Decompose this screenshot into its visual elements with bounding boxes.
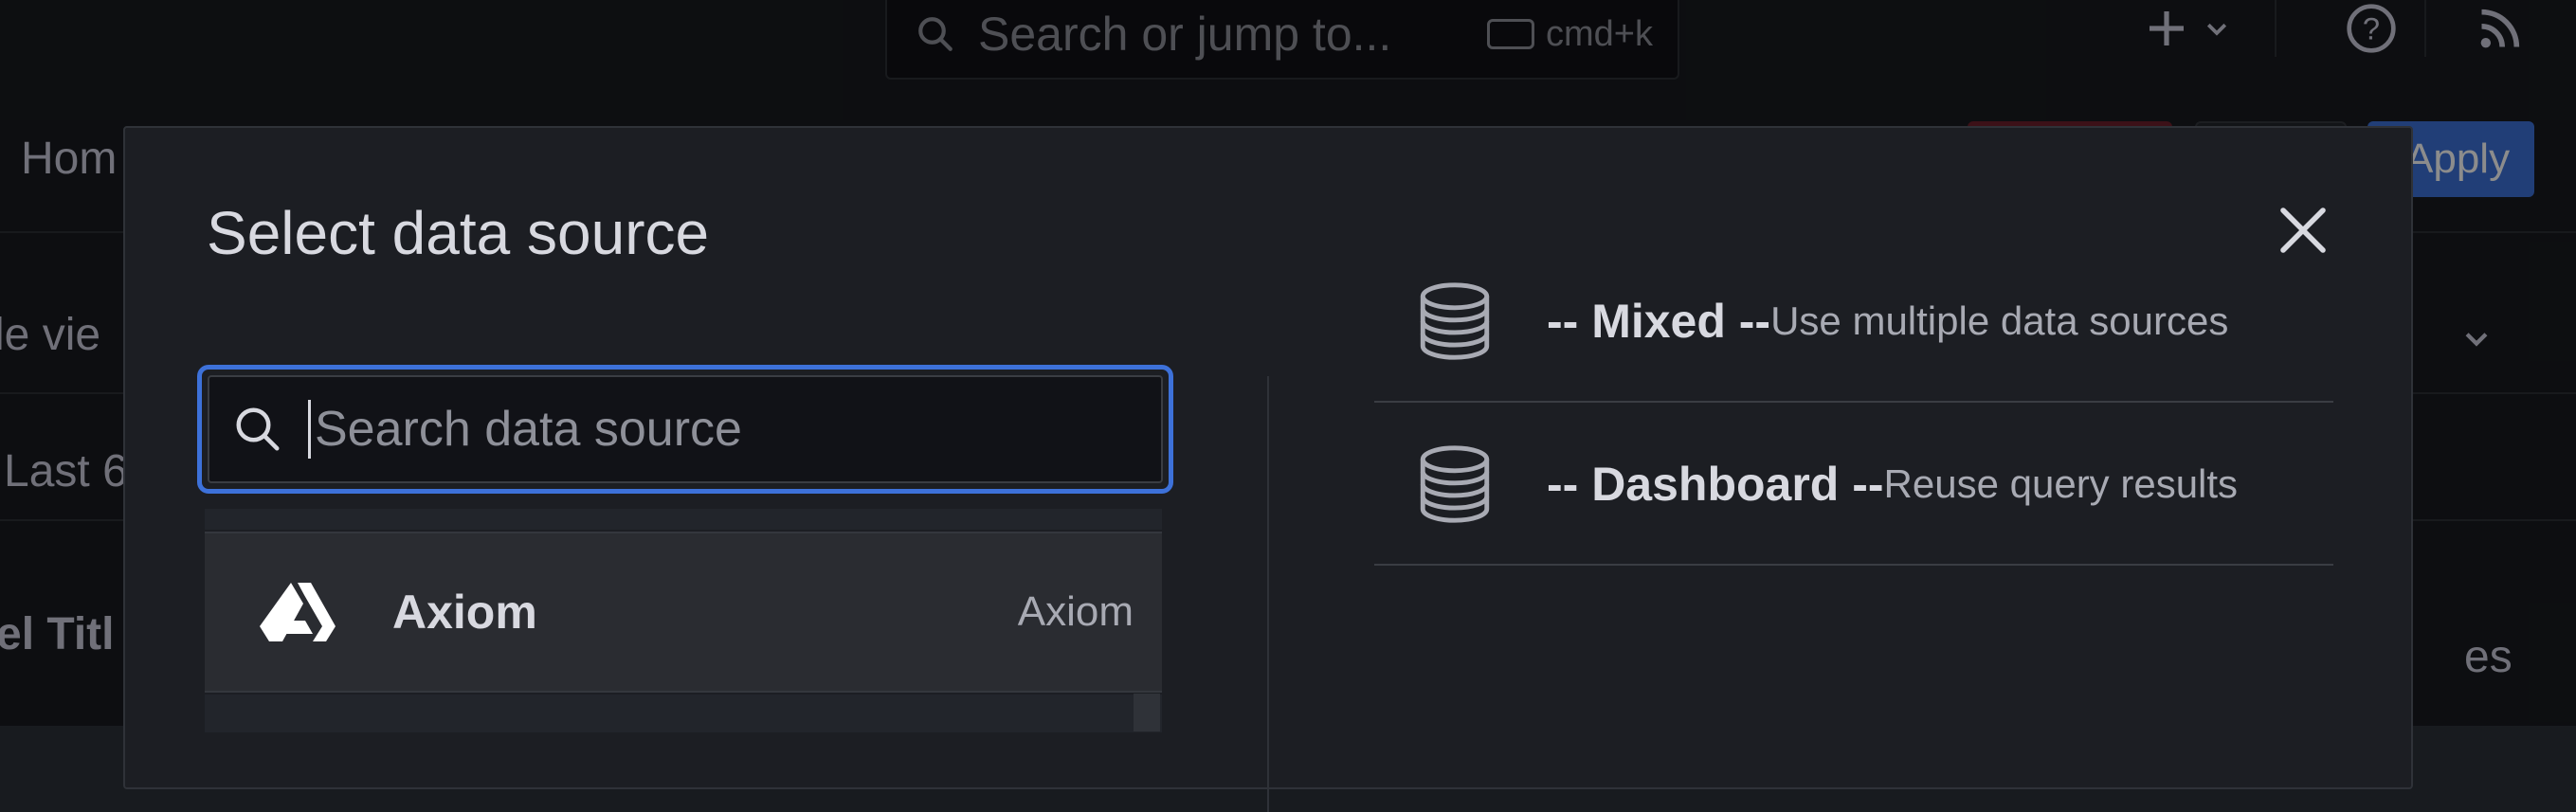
builtin-description: Use multiple data sources <box>1770 298 2229 343</box>
database-icon <box>1420 445 1490 523</box>
column-divider <box>1267 376 1269 812</box>
data-source-type: Axiom <box>1017 588 1134 635</box>
list-scrollbar[interactable] <box>1134 694 1160 731</box>
data-source-item-axiom[interactable]: Axiom Axiom <box>205 532 1162 693</box>
builtin-name: -- Dashboard -- <box>1547 458 1884 511</box>
search-field-container <box>208 375 1163 483</box>
list-item[interactable] <box>205 695 1162 732</box>
search-icon <box>236 407 280 451</box>
builtin-mixed-item[interactable]: -- Mixed -- Use multiple data sources <box>1374 242 2333 403</box>
builtin-dashboard-item[interactable]: -- Dashboard -- Reuse query results <box>1374 405 2333 566</box>
axiom-logo-icon <box>260 583 336 641</box>
select-data-source-modal: Select data source Axiom Axiom <box>123 126 2413 812</box>
search-input[interactable] <box>308 400 1161 459</box>
builtin-name: -- Mixed -- <box>1547 295 1771 348</box>
data-source-list: Axiom Axiom <box>205 509 1162 793</box>
data-source-search <box>197 365 1173 494</box>
list-header-strip <box>205 509 1162 530</box>
data-source-name: Axiom <box>392 586 537 639</box>
builtin-description: Reuse query results <box>1883 461 2239 506</box>
database-icon <box>1420 282 1490 360</box>
modal-title: Select data source <box>207 199 710 267</box>
